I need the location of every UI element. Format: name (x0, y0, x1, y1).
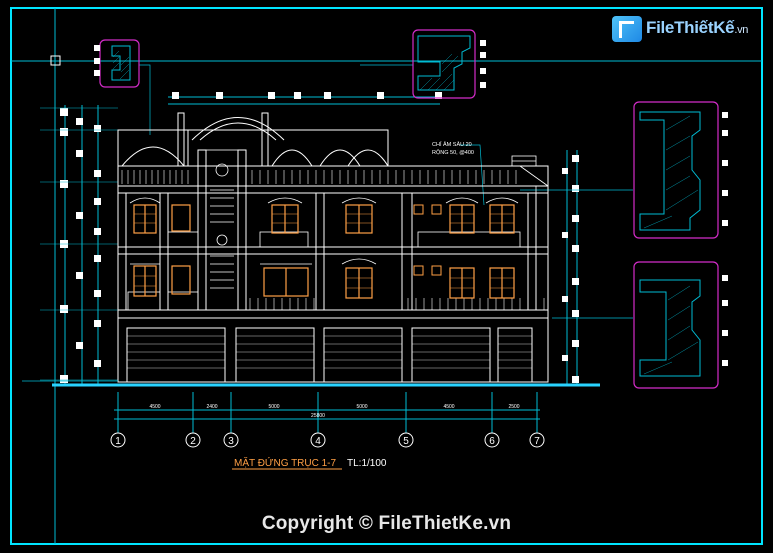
span-dim-5: 4500 (443, 404, 454, 410)
pilasters (117, 149, 537, 311)
span-dim-3: 5000 (268, 404, 279, 410)
detail-callout-top-left (94, 39, 140, 88)
axis-label-1: 1 (115, 436, 121, 447)
span-dim-2: 2400 (206, 404, 217, 410)
note-line-1: CHỈ ÂM SÂU 20 (432, 141, 472, 148)
side-tower (511, 155, 549, 311)
detail-callout-right-top (633, 101, 728, 239)
stair-tower (205, 149, 239, 311)
right-dimension-ticks (562, 155, 579, 383)
shutter-slats (127, 335, 532, 369)
note-line-2: RỘNG 50, @400 (432, 149, 474, 156)
axis-label-5: 5 (403, 436, 409, 447)
axis-labels: 1 2 3 4 5 6 7 (115, 436, 540, 447)
axis-bubbles (110, 432, 545, 448)
balustrades (121, 170, 545, 310)
detail-callout-top-center (412, 29, 486, 99)
axis-label-2: 2 (190, 436, 196, 447)
span-dimension-labels: 4500 2400 5000 5000 4500 2500 25800 (149, 404, 519, 419)
drawing-scale: TL:1/100 (347, 458, 387, 469)
axis-label-7: 7 (534, 436, 540, 447)
logo-icon (612, 16, 642, 42)
drawing-frame (10, 7, 763, 545)
drawing-title: MẶT ĐỨNG TRỤC 1-7 (234, 456, 337, 469)
building-body (117, 165, 549, 319)
copyright-watermark: Copyright © FileThietKe.vn (261, 513, 512, 534)
top-dimension-ticks (172, 92, 442, 99)
logo-name: FileThiếtKế (646, 18, 735, 37)
span-dim-4: 5000 (356, 404, 367, 410)
bottom-dimension-chain (114, 392, 540, 440)
axis-label-6: 6 (489, 436, 495, 447)
level-lines (40, 107, 118, 381)
cad-elevation-drawing: 4500 2400 5000 5000 4500 2500 25800 1 2 … (10, 7, 763, 545)
span-dim-1: 4500 (149, 404, 160, 410)
axis-label-3: 3 (228, 436, 234, 447)
roof-parapet (117, 112, 389, 167)
detail-callout-right-bottom (633, 261, 728, 389)
span-dim-6: 2500 (508, 404, 519, 410)
logo-text: FileThiếtKế.vn (646, 18, 748, 38)
ground-floor-shutters (117, 317, 549, 383)
site-logo[interactable]: FileThiếtKế.vn (612, 12, 762, 46)
logo-tld: .vn (734, 24, 749, 36)
left-dimension-ticks (60, 108, 101, 383)
total-dim: 25800 (311, 413, 325, 419)
axis-label-4: 4 (315, 436, 321, 447)
top-dimension-chain (168, 96, 440, 105)
